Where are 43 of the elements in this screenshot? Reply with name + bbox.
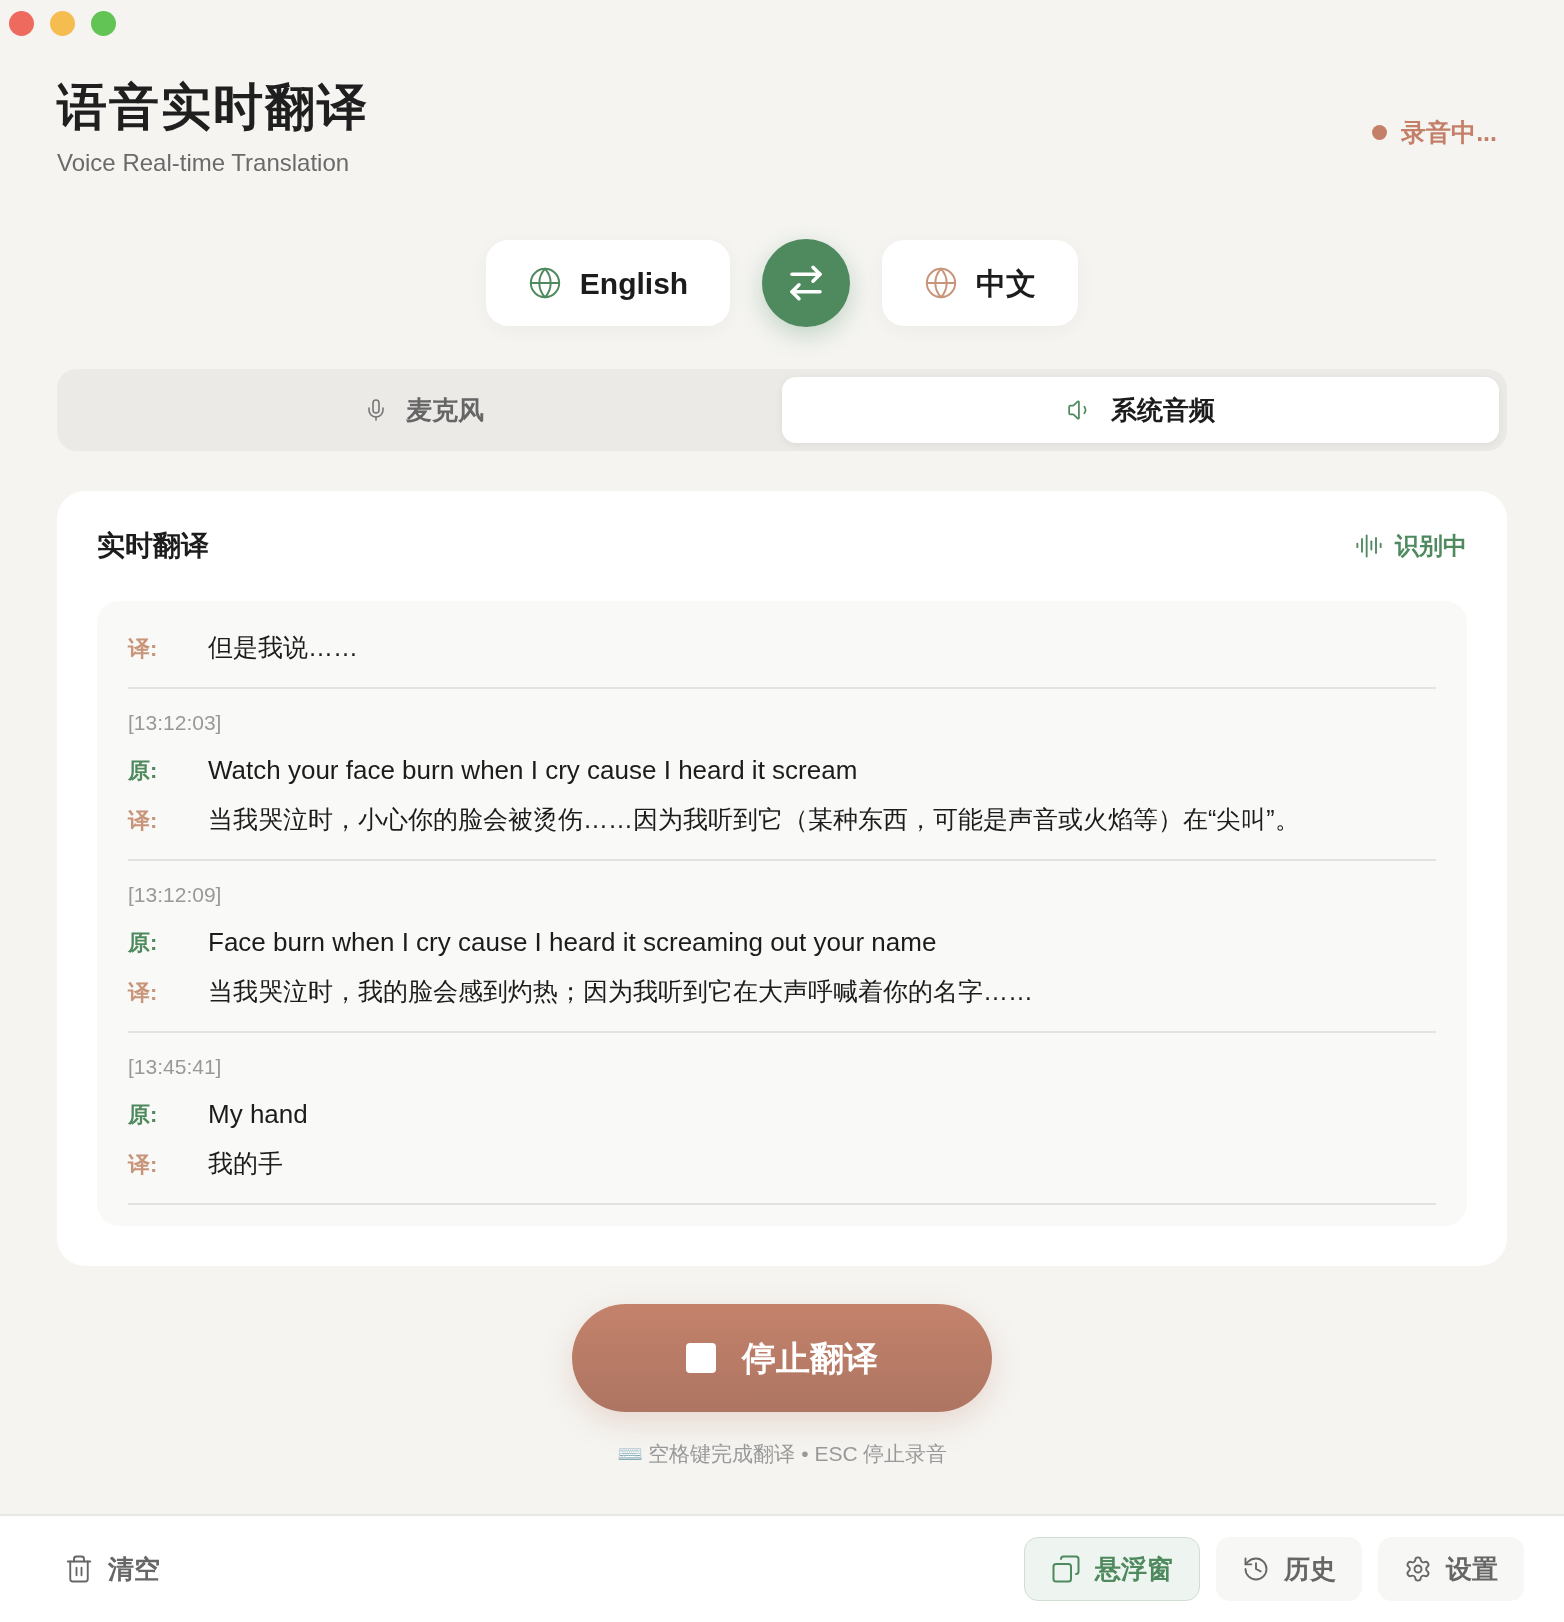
original-text: My hand [208, 1097, 308, 1131]
source-tab[interactable]: 麦克风 [65, 377, 782, 443]
timestamp: [13:12:09] [128, 882, 223, 908]
globe-icon [527, 266, 562, 300]
translation-label: 译: [128, 806, 159, 835]
source-tab[interactable]: 系统音频 [782, 377, 1499, 443]
original-text: Face burn when I cry cause I heard it screaming out your name [208, 925, 937, 959]
settings-icon [1404, 1555, 1432, 1583]
keyboard-hint: ⌨ 空格键完成翻译 • ESC 停止录音 [616, 1441, 948, 1467]
original-label: 原: [128, 1100, 159, 1129]
zoom-window-button[interactable] [91, 11, 116, 36]
windows-icon [1051, 1554, 1081, 1584]
stop-translation-button[interactable]: 停止翻译 [572, 1304, 992, 1412]
history-icon [1242, 1555, 1270, 1583]
timestamp: [13:45:41] [128, 1054, 223, 1080]
original-label: 原: [128, 928, 159, 957]
translation-text: 我的手 [208, 1148, 283, 1180]
translation-label: 译: [128, 1150, 159, 1179]
translation-label: 译: [128, 634, 159, 663]
toolbar-button[interactable]: 历史 [1216, 1537, 1362, 1601]
source-language-button[interactable]: English [485, 240, 731, 326]
minimize-window-button[interactable] [50, 11, 75, 36]
recording-status: 录音中... [1401, 117, 1497, 148]
toolbar-button[interactable]: 设置 [1378, 1537, 1524, 1601]
target-language-button[interactable]: 中文 [882, 240, 1079, 326]
recognition-status: 识别中 [1395, 531, 1467, 561]
translation-text: 但是我说…… [208, 632, 358, 664]
trash-icon [64, 1554, 94, 1584]
app-subtitle: Voice Real-time Translation [57, 148, 351, 178]
translation-text: 当我哭泣时，我的脸会感到灼热；因为我听到它在大声呼喊着你的名字…… [208, 976, 1033, 1008]
translation-text: 当我哭泣时，小心你的脸会被烫伤……因为我听到它（某种东西，可能是声音或火焰等）在“尖叫”。 [208, 804, 1300, 836]
waveform-icon [1355, 532, 1383, 560]
toolbar-button[interactable]: 悬浮窗 [1024, 1537, 1200, 1601]
translation-label: 译: [128, 978, 159, 1007]
close-window-button[interactable] [9, 11, 34, 36]
clear-button[interactable]: 清空 [64, 1549, 160, 1589]
original-text: Watch your face burn when I cry cause I heard it scream [208, 753, 858, 787]
timestamp: [13:12:03] [128, 710, 223, 736]
panel-title: 实时翻译 [97, 529, 209, 563]
app-title: 语音实时翻译 [57, 80, 369, 135]
original-label: 原: [128, 756, 159, 785]
globe-icon [924, 266, 959, 300]
stop-icon [686, 1343, 716, 1373]
